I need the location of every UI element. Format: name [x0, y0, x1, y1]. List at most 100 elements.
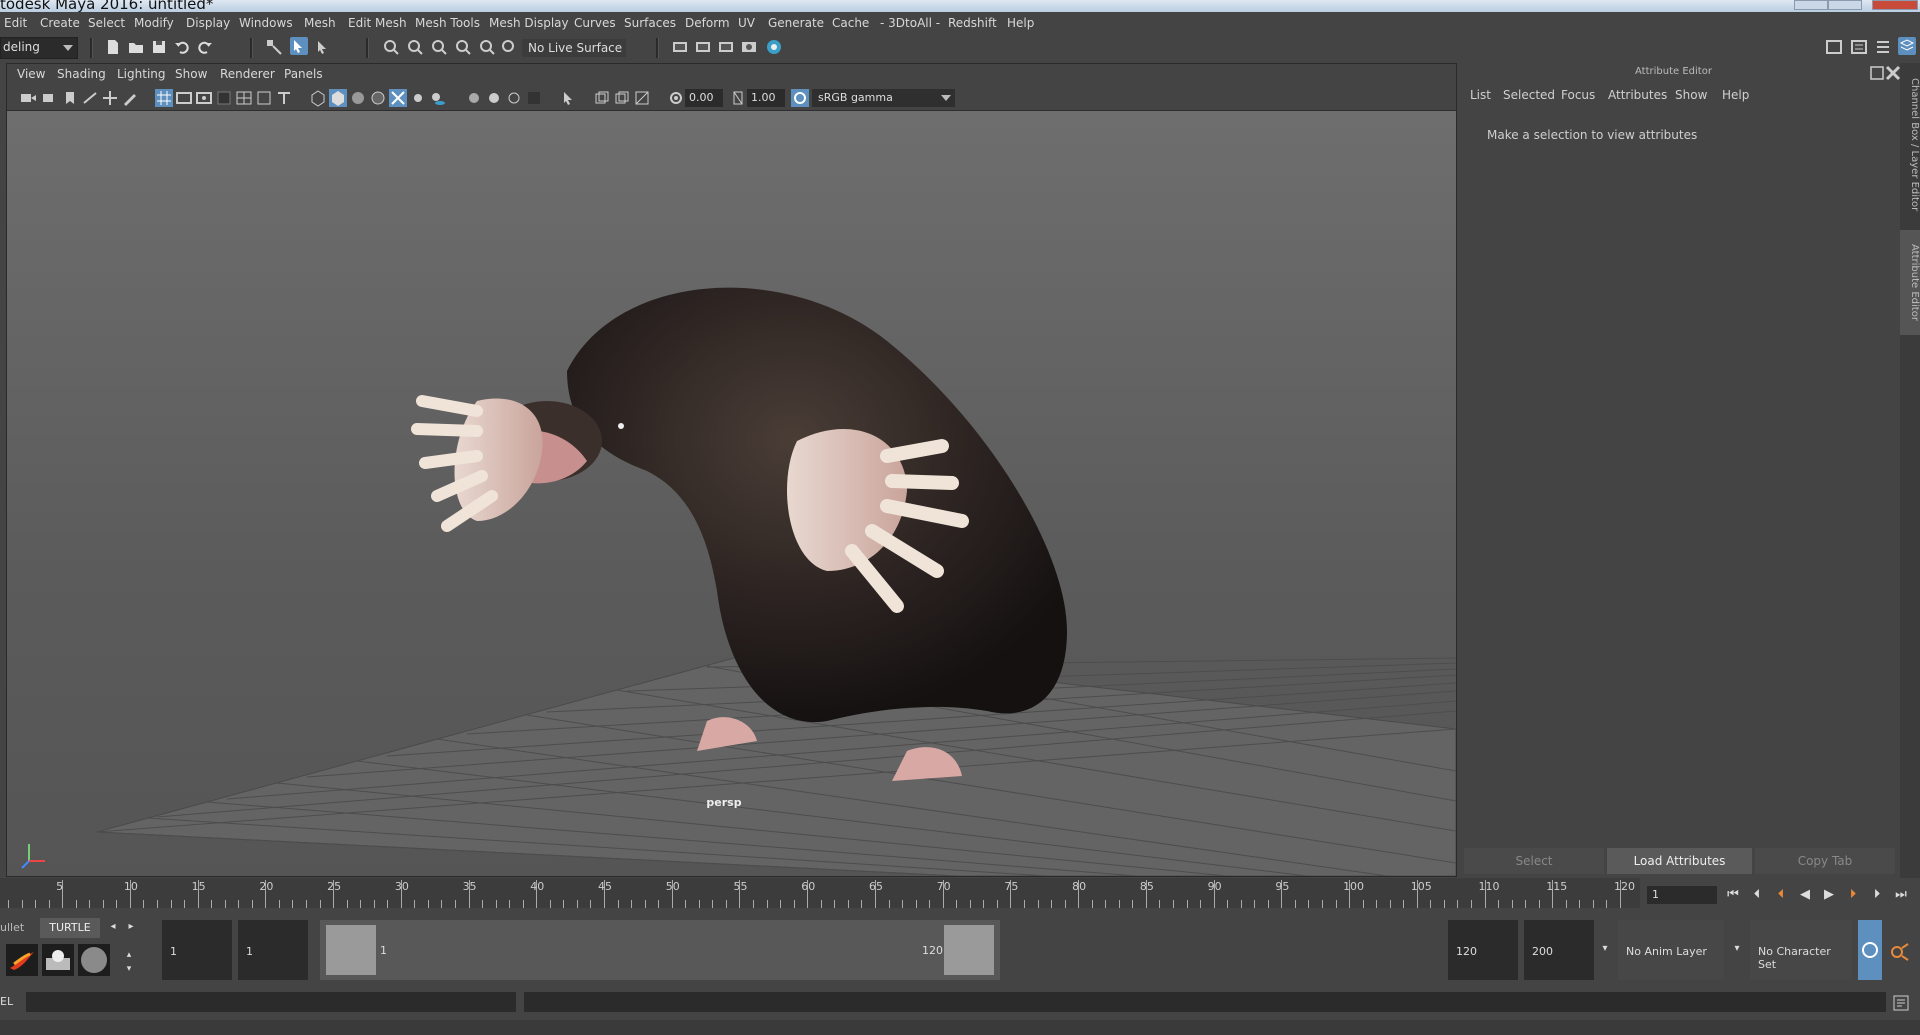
step-back-key-icon[interactable]: ⏴ — [1772, 886, 1790, 904]
shelf-tab-previous[interactable]: ullet — [0, 918, 38, 938]
multisample-aa-icon[interactable] — [505, 89, 523, 107]
attr-menu-list[interactable]: List — [1470, 88, 1491, 102]
render-settings-icon[interactable] — [740, 38, 758, 56]
maximize-button[interactable] — [1828, 0, 1862, 10]
menu-uv[interactable]: UV — [738, 16, 755, 30]
snap-view-plane-icon[interactable] — [454, 38, 472, 56]
save-scene-icon[interactable] — [150, 38, 168, 56]
select-by-object-icon[interactable] — [314, 38, 332, 56]
range-slider-track[interactable] — [320, 920, 1000, 980]
use-default-material-icon[interactable] — [349, 89, 367, 107]
viewport-menu-view[interactable]: View — [17, 67, 45, 81]
close-panel-icon[interactable] — [1884, 64, 1901, 81]
command-line-input[interactable] — [26, 992, 516, 1012]
current-frame-field[interactable]: 1 — [1647, 886, 1717, 904]
animation-start-field[interactable]: 1 — [162, 920, 232, 980]
view-transform-icon[interactable] — [791, 89, 809, 107]
attr-menu-help[interactable]: Help — [1722, 88, 1749, 102]
time-slider[interactable]: 5 10 15 20 25 30 35 40 45 50 55 60 65 70 75 80 85 90 95 100… — [0, 878, 1640, 908]
render-view-icon[interactable] — [671, 38, 689, 56]
select-button[interactable]: Select — [1464, 848, 1604, 874]
copy-tab-button[interactable]: Copy Tab — [1755, 848, 1895, 874]
play-forwards-icon[interactable]: ▶ — [1820, 886, 1838, 904]
preferences-icon[interactable] — [1888, 940, 1912, 964]
snap-point-icon[interactable] — [430, 38, 448, 56]
wireframe-icon[interactable] — [309, 89, 327, 107]
menu-create[interactable]: Create — [40, 16, 80, 30]
snap-surface-icon[interactable] — [500, 38, 518, 56]
toggle-channel-box-icon[interactable] — [1898, 37, 1916, 55]
textured-icon[interactable] — [389, 89, 407, 107]
depth-of-field-icon[interactable] — [525, 89, 543, 107]
viewport-menu-shading[interactable]: Shading — [57, 67, 106, 81]
safe-title-icon[interactable] — [275, 89, 293, 107]
attr-menu-selected[interactable]: Selected — [1503, 88, 1555, 102]
auto-key-button[interactable] — [1858, 920, 1882, 980]
smooth-shade-icon[interactable] — [329, 89, 347, 107]
animation-end-field[interactable]: 200 — [1524, 920, 1594, 980]
grid-icon[interactable] — [155, 89, 173, 107]
viewport-menu-lighting[interactable]: Lighting — [117, 67, 166, 81]
snap-grid-icon[interactable] — [382, 38, 400, 56]
menu-surfaces[interactable]: Surfaces — [624, 16, 676, 30]
motion-blur-icon[interactable] — [485, 89, 503, 107]
menu-windows[interactable]: Windows — [239, 16, 293, 30]
turtle-shaders-icon[interactable] — [42, 944, 74, 976]
color-space-dropdown[interactable]: sRGB gamma — [812, 89, 955, 107]
ipr-render-icon[interactable] — [717, 38, 735, 56]
shelf-scroll-right-icon[interactable]: ▸ — [122, 918, 140, 936]
character-set-field[interactable]: No Character Set — [1750, 920, 1852, 980]
film-gate-icon[interactable] — [175, 89, 193, 107]
snap-live-icon[interactable] — [478, 38, 496, 56]
toggle-tool-settings-icon[interactable] — [1850, 38, 1868, 56]
attr-menu-focus[interactable]: Focus — [1561, 88, 1595, 102]
2d-pan-zoom-icon[interactable] — [101, 89, 119, 107]
menu-select[interactable]: Select — [88, 16, 125, 30]
menu-redshift[interactable]: Redshift — [948, 16, 997, 30]
attribute-editor-tab[interactable]: Attribute Editor — [1900, 230, 1920, 335]
camera-icon[interactable] — [19, 89, 37, 107]
viewport-menu-show[interactable]: Show — [175, 67, 207, 81]
workspace-icon[interactable] — [1825, 38, 1843, 56]
shelf-tab-turtle[interactable]: TURTLE — [40, 918, 100, 938]
open-scene-icon[interactable] — [127, 38, 145, 56]
bookmark-icon[interactable] — [61, 89, 79, 107]
channel-box-tab[interactable]: Channel Box / Layer Editor — [1900, 75, 1920, 215]
new-scene-icon[interactable] — [104, 38, 122, 56]
anim-layer-field[interactable]: No Anim Layer — [1618, 920, 1724, 980]
menu-edit[interactable]: Edit — [4, 16, 27, 30]
turtle-sphere-icon[interactable] — [78, 944, 110, 976]
exposure-field[interactable]: 0.00 — [685, 89, 723, 107]
chevron-down-icon[interactable]: ▾ — [1596, 940, 1614, 958]
render-current-frame-icon[interactable] — [694, 38, 712, 56]
menu-cache[interactable]: Cache — [832, 16, 869, 30]
snap-curve-icon[interactable] — [406, 38, 424, 56]
play-backwards-icon[interactable]: ◀ — [1796, 886, 1814, 904]
shadows-icon[interactable] — [429, 89, 447, 107]
menu-3dtoall[interactable]: - 3DtoAll - — [880, 16, 940, 30]
range-end-handle[interactable] — [944, 925, 994, 975]
menu-modify[interactable]: Modify — [134, 16, 174, 30]
turtle-render-icon[interactable] — [6, 944, 38, 976]
menu-curves[interactable]: Curves — [574, 16, 616, 30]
step-back-frame-icon[interactable]: ⏴ — [1748, 886, 1766, 904]
shelf-scroll-left-icon[interactable]: ◂ — [104, 918, 122, 936]
safe-action-icon[interactable] — [255, 89, 273, 107]
menu-help[interactable]: Help — [1007, 16, 1034, 30]
step-forward-frame-icon[interactable]: ⏵ — [1868, 886, 1886, 904]
exposure-icon[interactable] — [667, 89, 685, 107]
live-surface-field[interactable]: No Live Surface — [522, 39, 626, 57]
image-plane-icon[interactable] — [81, 89, 99, 107]
attr-menu-attributes[interactable]: Attributes — [1608, 88, 1667, 102]
load-attributes-button[interactable]: Load Attributes — [1607, 848, 1752, 874]
toggle-outliner-icon[interactable] — [1874, 38, 1892, 56]
viewport-menu-panels[interactable]: Panels — [284, 67, 323, 81]
grease-pencil-icon[interactable] — [121, 89, 139, 107]
hypershade-icon[interactable] — [765, 38, 783, 56]
menu-display[interactable]: Display — [186, 16, 230, 30]
gate-mask-icon[interactable] — [215, 89, 233, 107]
chevron-down-icon[interactable]: ▾ — [1728, 940, 1746, 958]
xray-active-components-icon[interactable] — [613, 89, 631, 107]
wireframe-on-shaded-icon[interactable] — [369, 89, 387, 107]
gamma-field[interactable]: 1.00 — [747, 89, 785, 107]
